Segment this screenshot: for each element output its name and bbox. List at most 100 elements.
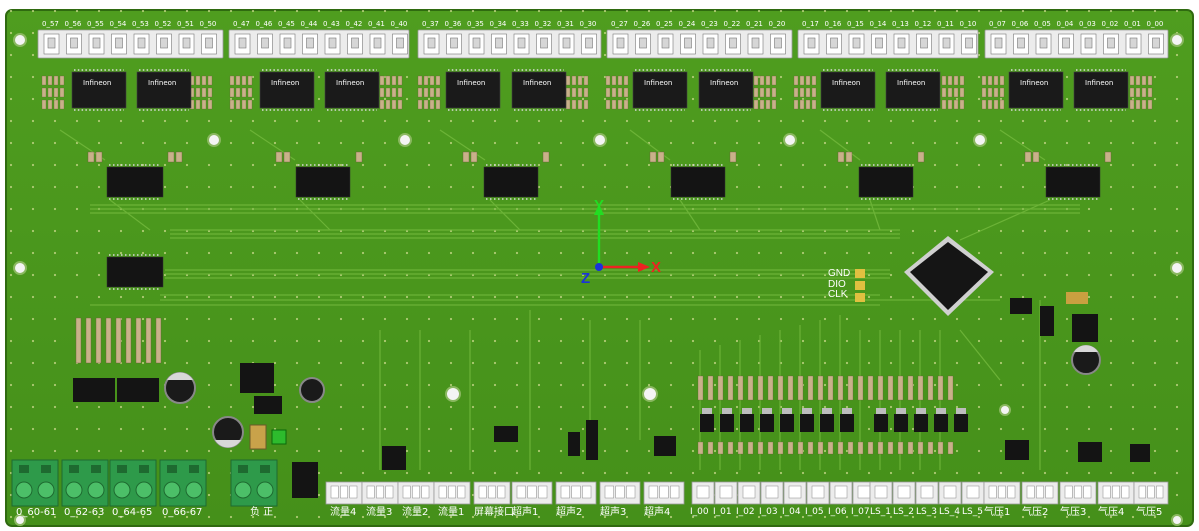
connector-pin (438, 485, 447, 499)
terminal-wire-slot (69, 465, 79, 473)
resistor (959, 99, 965, 110)
resistor (937, 441, 944, 455)
infineon-logo-text: Infineon (148, 79, 177, 87)
resistor (1141, 99, 1147, 110)
resistor (777, 441, 784, 455)
resistor (707, 375, 714, 401)
top-connector-label: 0_56 (64, 20, 82, 28)
connector-pin (330, 485, 339, 499)
resistor (981, 87, 987, 98)
connector-pin (811, 485, 825, 499)
connector-pin (897, 485, 911, 499)
connector-pin (874, 485, 888, 499)
bottom-connector-label: 流量4 (330, 507, 357, 518)
bottom-connector-label: I_01 (713, 507, 732, 517)
resistor (577, 99, 583, 110)
resistor (583, 75, 589, 86)
swd-gnd-label: GND (828, 268, 851, 279)
connector-pin (1026, 485, 1035, 499)
infineon-chip (632, 71, 688, 109)
resistor (397, 99, 403, 110)
screw-terminals (11, 459, 278, 507)
connector-pin (497, 485, 506, 499)
connector-pin (402, 485, 411, 499)
header-pin-slot (562, 37, 571, 49)
resistor (917, 375, 924, 401)
top-connector-label: 0_20 (768, 20, 786, 28)
resistor (867, 441, 874, 455)
resistor (807, 375, 814, 401)
resistor (195, 99, 201, 110)
resistor (947, 87, 953, 98)
connector-pin (988, 485, 997, 499)
connector-pin (488, 485, 496, 499)
resistor (987, 99, 993, 110)
resistor (717, 375, 724, 401)
top-connector-label: 0_05 (1034, 20, 1051, 28)
resistor (805, 99, 811, 110)
resistor (817, 441, 824, 455)
left-resistor-column (75, 317, 162, 364)
header-pin-slot (585, 37, 593, 49)
top-connector-label: 0_12 (914, 20, 932, 28)
resistor (807, 441, 814, 455)
resistor (385, 87, 391, 98)
resistor (241, 99, 247, 110)
resistor (385, 75, 391, 86)
top-connector-label: 0_27 (611, 20, 628, 28)
mosfet-tab (916, 408, 926, 414)
resistor (235, 99, 241, 110)
connector-pin (998, 485, 1006, 499)
connector-pin (648, 485, 658, 499)
resistor (1135, 87, 1141, 98)
header-pin-slot (261, 37, 269, 49)
resistor (837, 441, 844, 455)
mosfet-tab (842, 408, 852, 414)
top-connector-label: 0_50 (199, 20, 217, 28)
resistor (611, 75, 617, 86)
header-pin-slot (875, 37, 883, 49)
resistor (759, 99, 765, 110)
screw-terminal (11, 459, 59, 507)
resistor (59, 99, 65, 110)
resistor (787, 441, 794, 455)
header-pin-slot (70, 37, 78, 49)
infineon-logo-text: Infineon (457, 79, 486, 87)
resistor (53, 75, 59, 86)
resistor (1129, 99, 1135, 110)
header-pin-slot (994, 37, 1003, 49)
resistor (571, 99, 577, 110)
bottom-connector-label: LS_3 (916, 507, 937, 517)
resistor (207, 75, 213, 86)
header-pin-slot (852, 37, 861, 49)
terminal-screw (234, 481, 252, 499)
bottom-connector-label: I_05 (805, 507, 824, 517)
resistor (799, 87, 805, 98)
connector-pin (626, 485, 636, 499)
infineon-logo-text: Infineon (1085, 79, 1114, 87)
resistor (623, 75, 629, 86)
resistor (941, 99, 947, 110)
terminal-screw (37, 481, 55, 499)
mosfet (780, 414, 794, 432)
connector-pin (920, 485, 934, 499)
mosfet-tab (762, 408, 772, 414)
resistor (767, 441, 774, 455)
bottom-connector-label: LS_4 (939, 507, 960, 517)
connector-pin (516, 485, 526, 499)
header-pin-slot (517, 37, 526, 49)
resistor (385, 99, 391, 110)
header-pin-slot (616, 37, 625, 49)
resistor (797, 441, 804, 455)
connector-pin (788, 485, 802, 499)
terminal-wire-slot (41, 465, 51, 473)
resistor (611, 99, 617, 110)
resistor (417, 99, 423, 110)
resistor (1135, 99, 1141, 110)
header-pin-slot (92, 37, 101, 49)
status-led (271, 429, 287, 445)
top-connector-label: 0_30 (579, 20, 597, 28)
resistor (759, 87, 765, 98)
top-connector-label: 0_53 (132, 20, 149, 28)
resistor (1141, 87, 1147, 98)
